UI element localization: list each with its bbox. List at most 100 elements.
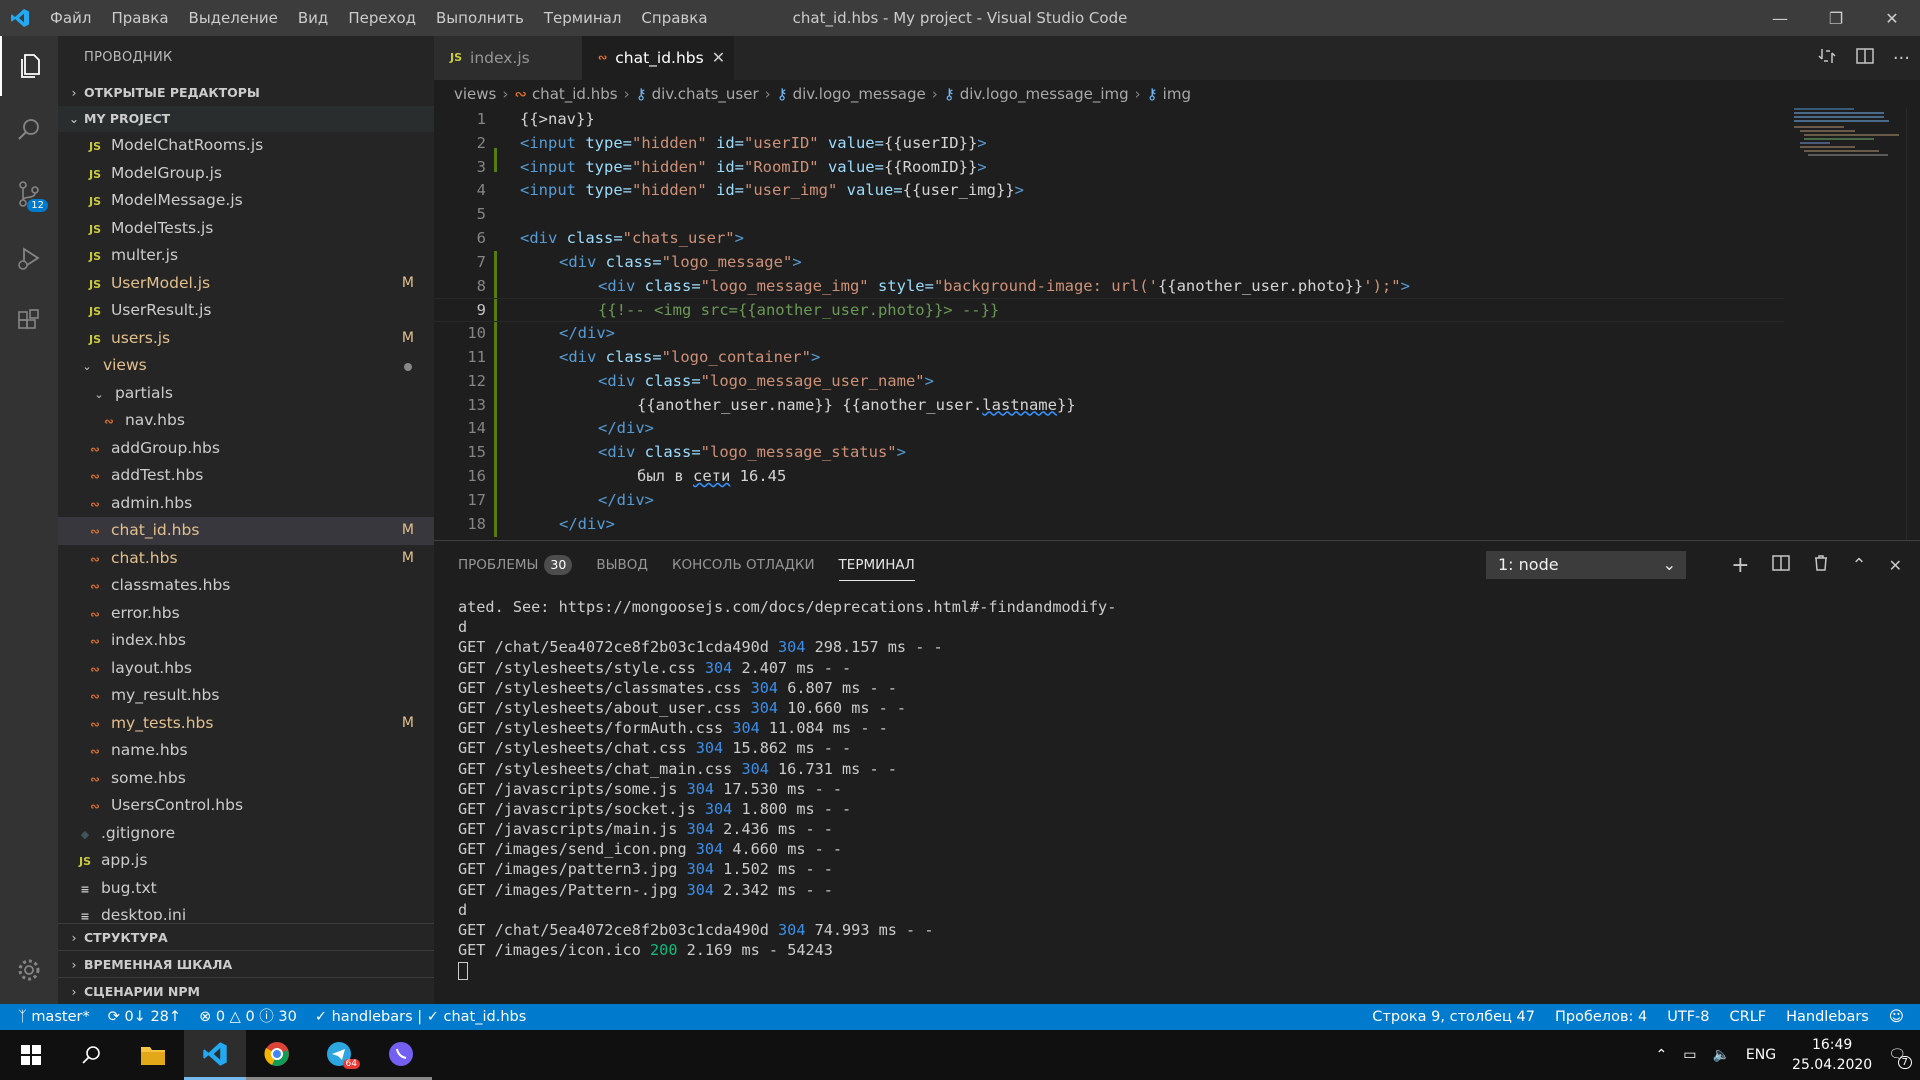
feedback-icon[interactable]: ☺ [1889, 1004, 1904, 1030]
tree-item[interactable]: ∾ addTest.hbs [58, 462, 434, 490]
taskbar-search-icon[interactable] [60, 1030, 122, 1080]
telegram-icon[interactable]: 64 [308, 1030, 370, 1080]
breadcrumb-item[interactable]: img [1163, 85, 1191, 103]
menu-terminal[interactable]: Терминал [534, 0, 632, 36]
tab-terminal[interactable]: ТЕРМИНАЛ [838, 541, 915, 589]
menu-edit[interactable]: Правка [101, 0, 178, 36]
tree-item[interactable]: ∾ index.hbs [58, 627, 434, 655]
tree-item[interactable]: ◆ .gitignore [58, 820, 434, 848]
split-editor-icon[interactable] [1855, 46, 1875, 70]
breadcrumb-item[interactable]: chat_id.hbs [532, 85, 618, 103]
problems-status[interactable]: ⊗ 0 △ 0 ⓘ 30 [199, 1004, 297, 1030]
line-ending[interactable]: CRLF [1730, 1004, 1767, 1030]
tree-item[interactable]: ∾ addGroup.hbs [58, 435, 434, 463]
breadcrumb-item[interactable]: div.chats_user [652, 85, 759, 103]
tree-item[interactable]: ∾ error.hbs [58, 600, 434, 628]
tab-problems[interactable]: ПРОБЛЕМЫ 30 [458, 541, 573, 589]
viber-icon[interactable] [370, 1030, 432, 1080]
chrome-icon[interactable] [246, 1030, 308, 1080]
volume-icon[interactable]: 🔈 [1712, 1047, 1729, 1063]
tree-item[interactable]: JS users.js M [58, 325, 434, 353]
terminal-output[interactable]: ated. See: https://mongoosejs.com/docs/d… [458, 597, 1116, 981]
menu-file[interactable]: Файл [40, 0, 101, 36]
tree-item[interactable]: ∾ chat.hbs M [58, 545, 434, 573]
menu-help[interactable]: Справка [631, 0, 717, 36]
tree-item[interactable]: JS multer.js [58, 242, 434, 270]
breadcrumb-item[interactable]: views [454, 85, 496, 103]
tree-item[interactable]: ∾ some.hbs [58, 765, 434, 793]
tree-item[interactable]: JS ModelGroup.js [58, 160, 434, 188]
terminal-select[interactable]: 1: node ⌄ [1486, 551, 1686, 579]
tray-expand-icon[interactable]: ⌃ [1655, 1047, 1667, 1063]
tree-item[interactable]: ≡ bug.txt [58, 875, 434, 903]
tree-item-folder[interactable]: ⌄ views [58, 352, 434, 380]
tree-item-folder[interactable]: ⌄ partials [58, 380, 434, 408]
tree-item[interactable]: ∾ my_tests.hbs M [58, 710, 434, 738]
cursor-position[interactable]: Строка 9, столбец 47 [1372, 1004, 1535, 1030]
tree-item[interactable]: ∾ UsersControl.hbs [58, 792, 434, 820]
source-control-icon[interactable]: 12 [0, 164, 58, 224]
minimap[interactable] [1794, 108, 1904, 188]
new-terminal-icon[interactable]: + [1731, 553, 1749, 578]
tree-item[interactable]: JS UserModel.js M [58, 270, 434, 298]
split-terminal-icon[interactable] [1771, 554, 1790, 576]
extensions-icon[interactable] [0, 292, 58, 352]
close-tab-icon[interactable]: ✕ [712, 36, 725, 80]
tree-item[interactable]: ∾ my_result.hbs [58, 682, 434, 710]
indentation[interactable]: Пробелов: 4 [1555, 1004, 1647, 1030]
run-debug-icon[interactable] [0, 228, 58, 288]
vscode-taskbar-icon[interactable] [184, 1030, 246, 1080]
menu-run[interactable]: Выполнить [426, 0, 534, 36]
branch-status[interactable]: ᛉ master* [18, 1004, 90, 1030]
project-section[interactable]: ⌄ MY PROJECT [58, 106, 434, 132]
minimize-button[interactable]: — [1752, 0, 1808, 36]
menu-go[interactable]: Переход [338, 0, 426, 36]
notifications-icon[interactable]: 🗨 7 [1888, 1047, 1912, 1069]
clock[interactable]: 16:49 25.04.2020 [1792, 1035, 1872, 1075]
tree-item[interactable]: JS ModelChatRooms.js [58, 132, 434, 160]
breadcrumb-item[interactable]: div.logo_message [793, 85, 926, 103]
file-explorer-icon[interactable] [122, 1030, 184, 1080]
settings-gear-icon[interactable] [0, 940, 58, 1000]
tab-chat-id-hbs[interactable]: ∾ chat_id.hbs ✕ [582, 36, 734, 80]
tree-item[interactable]: JS ModelMessage.js [58, 187, 434, 215]
tab-output[interactable]: ВЫВОД [596, 541, 648, 589]
tree-item-selected[interactable]: ∾ chat_id.hbs M [58, 517, 434, 545]
tree-item[interactable]: ∾ admin.hbs [58, 490, 434, 518]
language-indicator[interactable]: ENG [1746, 1047, 1776, 1063]
explorer-icon[interactable] [0, 36, 58, 96]
tree-item[interactable]: JS UserResult.js [58, 297, 434, 325]
vertical-scrollbar[interactable] [1906, 108, 1920, 540]
search-icon[interactable] [0, 100, 58, 160]
menu-selection[interactable]: Выделение [179, 0, 288, 36]
menu-view[interactable]: Вид [288, 0, 338, 36]
tree-item[interactable]: JS app.js [58, 847, 434, 875]
lint-status[interactable]: ✓ handlebars | ✓ chat_id.hbs [315, 1004, 526, 1030]
open-editors-section[interactable]: › ОТКРЫТЫЕ РЕДАКТОРЫ [58, 80, 434, 106]
trash-icon[interactable] [1812, 554, 1830, 576]
tree-item[interactable]: ≡ desktop.ini [58, 902, 434, 920]
tree-item[interactable]: JS ModelTests.js [58, 215, 434, 243]
battery-icon[interactable]: ▭ [1683, 1047, 1696, 1063]
breadcrumb-item[interactable]: div.logo_message_img [960, 85, 1129, 103]
npm-scripts-section[interactable]: › СЦЕНАРИИ NPM [58, 977, 434, 1004]
encoding[interactable]: UTF-8 [1667, 1004, 1709, 1030]
maximize-panel-icon[interactable]: ⌃ [1852, 555, 1867, 576]
code-editor[interactable]: 1 {{>nav}} 2 <input type="hidden" id="user… [434, 108, 1920, 540]
restore-button[interactable]: ❐ [1808, 0, 1864, 36]
outline-section[interactable]: › СТРУКТУРА [58, 923, 434, 950]
timeline-section[interactable]: › ВРЕМЕННАЯ ШКАЛА [58, 950, 434, 977]
tab-debug-console[interactable]: КОНСОЛЬ ОТЛАДКИ [672, 541, 815, 589]
language-mode[interactable]: Handlebars [1786, 1004, 1869, 1030]
windows-start-icon[interactable] [0, 1030, 62, 1080]
compare-changes-icon[interactable] [1817, 46, 1837, 70]
tree-item[interactable]: ∾ classmates.hbs [58, 572, 434, 600]
tab-index-js[interactable]: JS index.js [434, 36, 582, 80]
more-actions-icon[interactable]: ··· [1893, 48, 1910, 69]
tree-item[interactable]: ∾ layout.hbs [58, 655, 434, 683]
tree-item[interactable]: ∾ nav.hbs [58, 407, 434, 435]
tree-item[interactable]: ∾ name.hbs [58, 737, 434, 765]
sync-status[interactable]: ⟳ 0↓ 28↑ [108, 1004, 181, 1030]
close-window-button[interactable]: ✕ [1864, 0, 1920, 36]
close-panel-icon[interactable]: ✕ [1889, 556, 1902, 575]
